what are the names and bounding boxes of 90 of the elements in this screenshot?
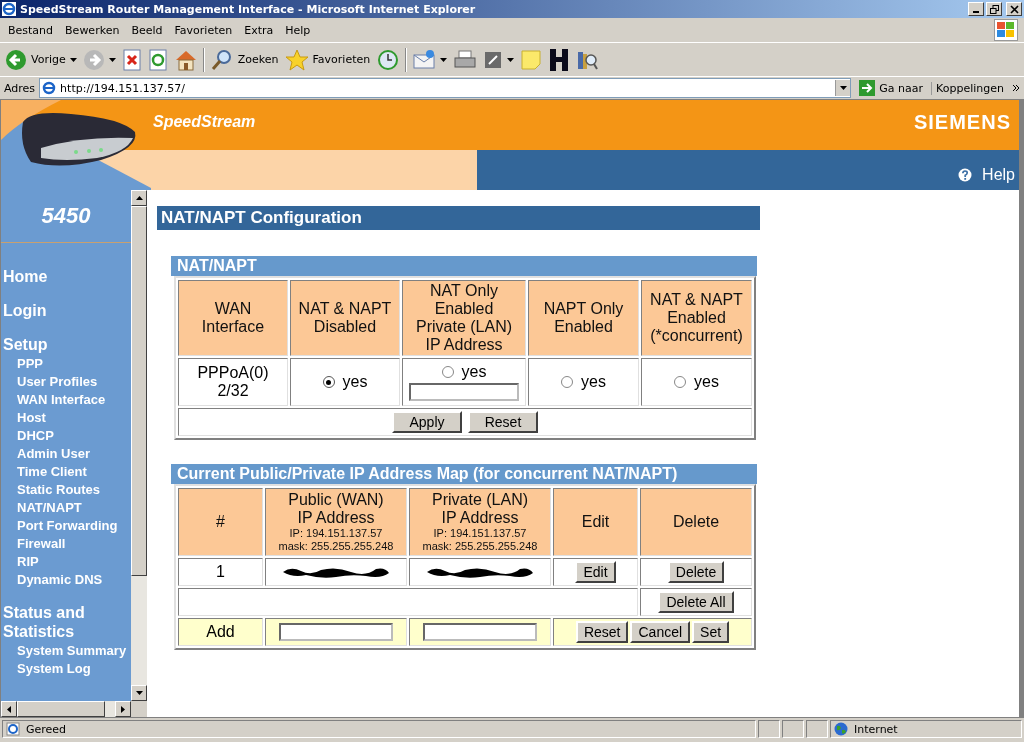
caret-icon[interactable]	[108, 57, 116, 62]
browser-logo-icon	[2, 2, 16, 16]
caret-icon	[839, 86, 847, 90]
close-button[interactable]	[1006, 2, 1022, 16]
menu-item[interactable]: Extra	[238, 23, 280, 37]
close-icon	[1009, 4, 1019, 14]
restore-icon	[989, 4, 999, 14]
caret-icon[interactable]	[507, 57, 515, 62]
security-zone: Internet	[854, 722, 898, 736]
column-header: NAT & NAPT Disabled	[290, 280, 400, 356]
form-button[interactable]: Reset	[468, 411, 538, 433]
table-cell: 1	[178, 558, 263, 586]
go-button[interactable]: Ga naar	[855, 80, 928, 96]
table-button[interactable]: Edit	[575, 561, 616, 583]
form-button[interactable]: Reset	[575, 621, 629, 643]
brand-logo: SpeedStream	[153, 113, 256, 131]
input-field[interactable]	[423, 623, 537, 642]
links-button[interactable]: Koppelingen	[931, 81, 1008, 95]
restore-button[interactable]	[986, 2, 1002, 16]
radio-button[interactable]	[322, 376, 335, 388]
dropdown-button[interactable]	[835, 80, 851, 96]
menu-item[interactable]: Bestand	[2, 23, 60, 37]
menu-item[interactable]: Help	[279, 23, 317, 37]
toolbar-button[interactable]: Favorieten	[281, 44, 374, 75]
stop-icon	[121, 48, 142, 71]
radio-button[interactable]	[561, 376, 574, 388]
radio-label: yes	[342, 373, 368, 391]
column-header: NAT Only Enabled Private (LAN) IP Address	[402, 280, 526, 356]
table-cell: Add	[178, 618, 263, 646]
scroll-left-icon[interactable]	[7, 705, 11, 713]
form-button[interactable]: Set	[692, 621, 730, 643]
status-panel	[782, 720, 804, 738]
caret-icon[interactable]	[69, 57, 77, 62]
menu-item[interactable]: Favorieten	[168, 23, 239, 37]
help-link[interactable]: Help	[958, 166, 1015, 184]
table-cell: PPPoA(0) 2/32	[178, 358, 288, 406]
vertical-scrollbar[interactable]	[131, 190, 147, 701]
column-header: #	[178, 488, 263, 556]
note-icon	[520, 48, 543, 71]
scroll-down-icon[interactable]	[135, 691, 143, 695]
radio-label: yes	[581, 373, 606, 391]
status-text: Gereed	[26, 722, 67, 736]
chevron-icon[interactable]	[1012, 84, 1020, 92]
column-header: Private (LAN) IP Address IP: 194.151.137.57 mask: 255.255.255.248	[409, 488, 551, 556]
section-title: Current Public/Private IP Address Map (for concurrent NAT/NAPT)	[171, 464, 757, 484]
caret-icon[interactable]	[440, 57, 448, 62]
minimize-button[interactable]	[968, 2, 984, 16]
envelope-icon	[412, 48, 437, 71]
menu-item[interactable]: Beeld	[125, 23, 169, 37]
h-block-icon	[548, 47, 571, 72]
radio-label: yes	[694, 373, 719, 391]
scroll-up-icon[interactable]	[135, 196, 143, 200]
input-field[interactable]	[409, 383, 519, 401]
go-arrow-icon	[859, 80, 876, 96]
toolbar-button[interactable]: Vorige	[2, 44, 80, 75]
section-title: NAT/NAPT	[171, 256, 757, 276]
horizontal-scrollbar[interactable]	[1, 701, 147, 717]
column-header: NAT & NAPT Enabled (*concurrent)	[641, 280, 752, 356]
window-title: SpeedStream Router Management Interface - Microsoft Internet Explorer	[20, 2, 476, 16]
page-title: NAT/NAPT Configuration	[157, 206, 760, 230]
address-label: Adres	[4, 81, 36, 95]
page-icon	[42, 81, 57, 95]
star-icon	[284, 48, 309, 71]
clock-icon	[376, 48, 401, 71]
status-panel	[806, 720, 828, 738]
printer-icon	[453, 48, 478, 71]
scrollbar-corner	[131, 701, 147, 717]
radio-button[interactable]	[441, 366, 454, 378]
radio-button[interactable]	[674, 376, 687, 388]
vendor-logo: SIEMENS	[913, 110, 1011, 134]
address-field[interactable]: http://194.151.137.57/	[39, 78, 852, 98]
table-button[interactable]: Delete	[667, 561, 725, 583]
form-button[interactable]: Cancel	[630, 621, 691, 643]
menu-item[interactable]: Bewerken	[59, 23, 126, 37]
globe-icon	[834, 722, 848, 736]
search-icon	[209, 48, 234, 71]
scroll-right-icon[interactable]	[121, 705, 125, 713]
input-field[interactable]	[279, 623, 393, 642]
column-header: Delete	[640, 488, 752, 556]
delete-all-button[interactable]: Delete All	[658, 591, 734, 613]
toolbar-button[interactable]: Zoeken	[206, 44, 282, 75]
radio-label: yes	[461, 363, 487, 381]
help-icon	[958, 168, 973, 182]
column-header: Public (WAN) IP Address IP: 194.151.137.57 mask: 255.255.255.248	[265, 488, 407, 556]
column-header: WAN Interface	[178, 280, 288, 356]
status-panel	[758, 720, 780, 738]
refresh-icon	[147, 48, 168, 71]
form-button[interactable]: Apply	[392, 411, 462, 433]
column-header: NAPT Only Enabled	[528, 280, 639, 356]
column-header: Edit	[553, 488, 638, 556]
